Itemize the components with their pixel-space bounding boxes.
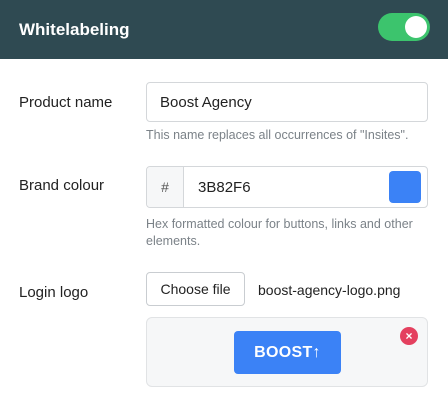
product-name-input[interactable]: Boost Agency	[146, 82, 428, 122]
panel-header: Whitelabeling	[0, 0, 448, 59]
product-name-help: This name replaces all occurrences of "I…	[146, 128, 409, 142]
whitelabeling-toggle[interactable]	[378, 13, 430, 41]
brand-colour-label: Brand colour	[19, 177, 105, 194]
hash-prefix: #	[147, 167, 184, 207]
remove-logo-button[interactable]: ×	[400, 327, 418, 345]
panel-title: Whitelabeling	[19, 19, 130, 39]
product-name-value: Boost Agency	[160, 93, 252, 111]
product-name-label: Product name	[19, 94, 113, 111]
brand-colour-input-group: # 3B82F6	[146, 166, 428, 208]
boost-logo-image: BOOST ↑	[234, 331, 341, 374]
selected-file-name: boost-agency-logo.png	[258, 282, 401, 298]
whitelabeling-panel: Whitelabeling Product name Boost Agency …	[0, 0, 448, 407]
login-logo-label: Login logo	[19, 284, 89, 301]
brand-colour-input[interactable]: 3B82F6	[184, 179, 389, 196]
colour-swatch[interactable]	[389, 171, 421, 203]
choose-file-button[interactable]: Choose file	[146, 272, 245, 306]
up-arrow-icon: ↑	[312, 343, 321, 361]
brand-colour-help: Hex formatted colour for buttons, links …	[146, 217, 413, 248]
toggle-knob	[405, 16, 427, 38]
close-icon: ×	[405, 329, 413, 343]
logo-text: BOOST	[254, 343, 313, 361]
logo-preview: BOOST ↑ ×	[146, 317, 428, 387]
